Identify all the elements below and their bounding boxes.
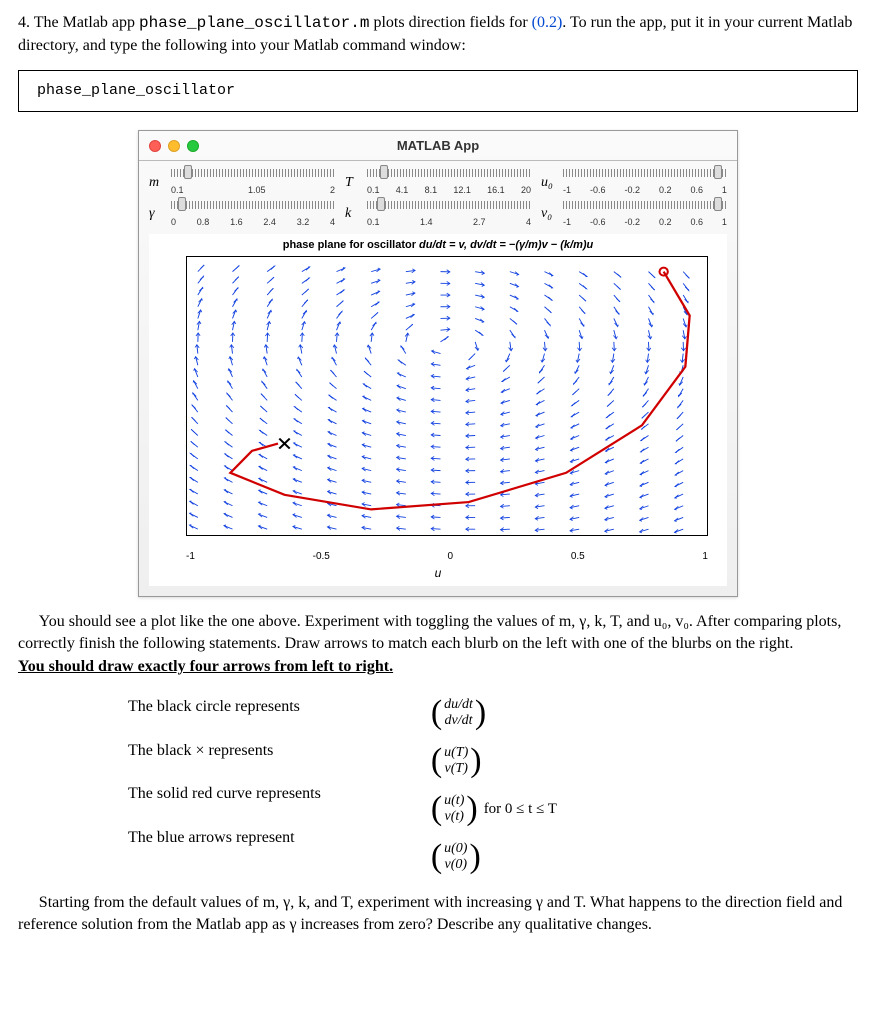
phase-plane-plot: phase plane for oscillator du/dt = v, dv… (149, 234, 727, 587)
match-left-3: The solid red curve represents (128, 783, 321, 805)
problem-statement: 4. The Matlab app phase_plane_oscillator… (18, 12, 858, 56)
matching-exercise: The black circle represents The black × … (128, 696, 798, 874)
match-right-4: ( u(0)v(0) ) (431, 840, 557, 874)
match-left-1: The black circle represents (128, 696, 321, 718)
slider-T[interactable]: T 0.1 4.1 8.1 12.1 16.1 20 (345, 169, 531, 196)
slider-thumb-u0 (714, 165, 722, 179)
titlebar: MATLAB App (139, 131, 737, 161)
slider-panel: m 0.1 1.05 2 T 0.1 4.1 8.1 12.1 16.1 (139, 161, 737, 229)
plot-xlabel: u (150, 563, 726, 585)
match-right-1: ( du/dtdv/dt ) (431, 696, 557, 730)
slider-thumb-gamma (178, 197, 186, 211)
slider-u0[interactable]: u₀ -1 -0.6 -0.2 0.2 0.6 1 (541, 169, 727, 196)
slider-thumb-T (380, 165, 388, 179)
app-filename: phase_plane_oscillator.m (139, 14, 369, 32)
slider-thumb-k (377, 197, 385, 211)
command-box: phase_plane_oscillator (18, 70, 858, 112)
instruction-p1: You should see a plot like the one above… (18, 611, 858, 654)
match-right-3: ( u(t)v(t) ) for 0 ≤ t ≤ T (431, 792, 557, 826)
equation-ref: (0.2) (532, 14, 563, 31)
slider-v0[interactable]: v₀ -1 -0.6 -0.2 0.2 0.6 1 (541, 201, 727, 228)
match-left-4: The blue arrows represent (128, 827, 321, 849)
plot-svg (187, 257, 707, 535)
plot-title: phase plane for oscillator du/dt = v, dv… (150, 235, 726, 256)
slider-gamma[interactable]: γ 0 0.8 1.6 2.4 3.2 4 (149, 201, 335, 228)
problem-number: 4. (18, 14, 30, 31)
slider-k[interactable]: k 0.1 1.4 2.7 4 (345, 201, 531, 228)
window-title: MATLAB App (139, 137, 737, 155)
slider-thumb-m (184, 165, 192, 179)
match-right-2: ( u(T)v(T) ) (431, 744, 557, 778)
closing-paragraph: Starting from the default values of m, γ… (18, 892, 858, 935)
slider-m[interactable]: m 0.1 1.05 2 (149, 169, 335, 196)
plot-xticks: -1 -0.5 0 0.5 1 (186, 550, 708, 564)
command-text: phase_plane_oscillator (37, 82, 235, 99)
matlab-app-window: MATLAB App m 0.1 1.05 2 T 0.1 4.1 8 (138, 130, 738, 597)
slider-thumb-v0 (714, 197, 722, 211)
instruction-p2: You should draw exactly four arrows from… (18, 656, 858, 678)
match-left-2: The black × represents (128, 740, 321, 762)
